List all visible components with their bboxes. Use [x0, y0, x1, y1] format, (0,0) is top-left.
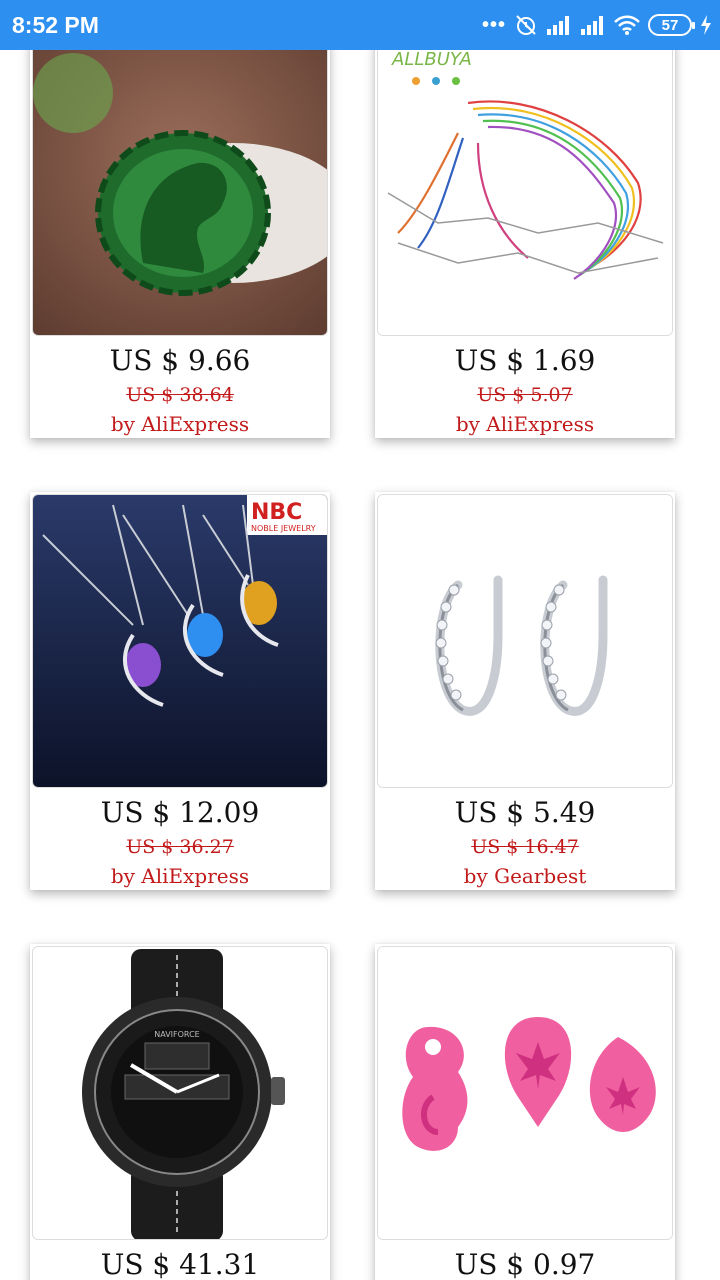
image-brand-text: NBC — [251, 500, 302, 525]
more-notifications-icon: ••• — [481, 13, 506, 36]
battery-icon: 57 — [648, 14, 695, 36]
product-price: US $ 5.49 — [454, 796, 596, 829]
product-old-price: US $ 38.64 — [126, 384, 234, 406]
image-brand-subtext: NOBLE JEWELRY — [251, 524, 316, 533]
signal-icon-2 — [580, 15, 606, 35]
status-time: 8:52 PM — [12, 12, 99, 38]
product-old-price: US $ 36.27 — [126, 836, 234, 858]
product-card[interactable]: US $ 9.66 US $ 38.64 by AliExpress — [30, 40, 330, 438]
image-brand-text: ALLBUYA — [391, 49, 472, 70]
product-price: US $ 9.66 — [109, 344, 251, 377]
product-seller: by AliExpress — [455, 412, 595, 436]
product-price: US $ 0.97 — [454, 1248, 596, 1280]
product-seller: by AliExpress — [110, 412, 250, 436]
product-card[interactable]: NBC NOBLE JEWELRY US $ 12.09 US $ 36.27 — [30, 492, 330, 890]
image-brand-text: NAVIFORCE — [154, 1030, 199, 1039]
product-image[interactable] — [377, 494, 673, 788]
status-icons: ••• 57 — [482, 10, 712, 40]
product-price: US $ 1.69 — [454, 344, 596, 377]
signal-icon — [546, 15, 572, 35]
product-seller: by Gearbest — [463, 864, 587, 888]
product-image[interactable]: ALLBUYA — [377, 42, 673, 336]
product-card[interactable]: US $ 0.97 — [375, 944, 675, 1280]
product-feed: US $ 9.66 US $ 38.64 by AliExpress ALLBU… — [0, 0, 720, 1280]
wifi-icon — [614, 15, 640, 35]
product-seller: by AliExpress — [110, 864, 250, 888]
product-old-price: US $ 16.47 — [471, 836, 579, 858]
status-bar: 8:52 PM ••• 57 — [0, 0, 720, 50]
product-card[interactable]: US $ 5.49 US $ 16.47 by Gearbest — [375, 492, 675, 890]
product-old-price: US $ 5.07 — [477, 384, 573, 406]
product-image[interactable]: NAVIFORCE — [32, 946, 328, 1240]
product-card[interactable]: NAVIFORCE US $ 41.31 — [30, 944, 330, 1280]
alarm-off-icon — [514, 13, 538, 37]
product-price: US $ 12.09 — [100, 796, 260, 829]
product-image[interactable]: NBC NOBLE JEWELRY — [32, 494, 328, 788]
product-image[interactable] — [32, 42, 328, 336]
product-price: US $ 41.31 — [100, 1248, 260, 1280]
product-image[interactable] — [377, 946, 673, 1240]
product-card[interactable]: ALLBUYA US $ 1.69 US $ 5.07 by AliExpres… — [375, 40, 675, 438]
charging-icon — [700, 15, 712, 35]
